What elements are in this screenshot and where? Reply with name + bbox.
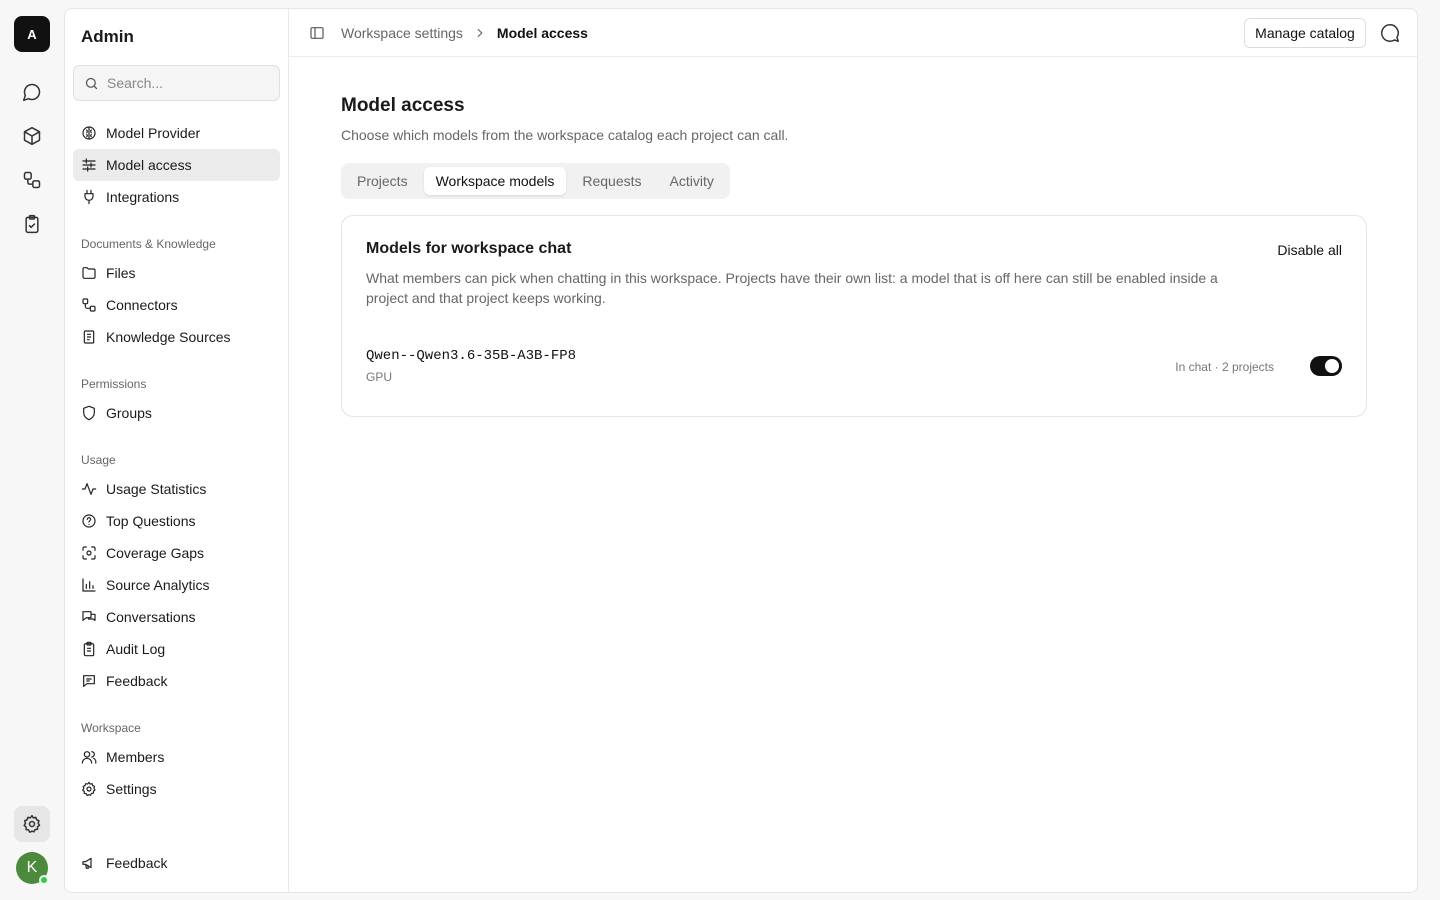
page-title: Model access <box>341 95 465 116</box>
connectors-icon <box>81 297 97 313</box>
sidebar-title: Admin <box>81 27 134 46</box>
chat-circle-icon[interactable] <box>1379 22 1401 44</box>
megaphone-icon <box>81 855 97 871</box>
card-description: What members can pick when chatting in t… <box>366 270 1218 306</box>
model-enabled-toggle[interactable] <box>1310 356 1342 376</box>
folder-icon <box>81 265 97 281</box>
sidebar-item-label: Files <box>106 265 136 281</box>
clipboard-check-icon[interactable] <box>14 206 50 242</box>
conversations-icon <box>81 609 97 625</box>
question-icon <box>81 513 97 529</box>
sidebar-item-conversations[interactable]: Conversations <box>73 601 280 633</box>
sidebar-item-label: Integrations <box>106 189 180 205</box>
activity-icon <box>81 481 97 497</box>
sidebar-item-source-analytics[interactable]: Source Analytics <box>73 569 280 601</box>
online-status-dot <box>39 875 49 885</box>
sidebar-item-label: Source Analytics <box>106 577 210 593</box>
manage-catalog-button[interactable]: Manage catalog <box>1244 18 1366 48</box>
sidebar-item-model-provider[interactable]: Model Provider <box>73 117 280 149</box>
section-usage: Usage <box>81 453 116 467</box>
sidebar-item-integrations[interactable]: Integrations <box>73 181 280 213</box>
chat-bubble-icon[interactable] <box>14 74 50 110</box>
workspace-logo[interactable]: A <box>14 16 50 52</box>
sidebar-item-label: Settings <box>106 781 157 797</box>
search-icon <box>84 76 99 91</box>
page-subtitle: Choose which models from the workspace c… <box>341 127 789 143</box>
sidebar-item-members[interactable]: Members <box>73 741 280 773</box>
chevron-right-icon <box>473 26 487 40</box>
main-area: Workspace settings Model access Manage c… <box>289 9 1417 892</box>
sidebar-item-label: Knowledge Sources <box>106 329 231 345</box>
sidebar-item-label: Members <box>106 749 165 765</box>
sidebar-item-label: Model Provider <box>106 125 201 141</box>
audit-icon <box>81 641 97 657</box>
sidebar-item-model-access[interactable]: Model access <box>73 149 280 181</box>
sidebar-item-top-questions[interactable]: Top Questions <box>73 505 280 537</box>
sidebar-item-label: Coverage Gaps <box>106 545 205 561</box>
disable-all-button[interactable]: Disable all <box>1277 242 1342 258</box>
breadcrumb: Workspace settings Model access <box>341 9 588 57</box>
brain-icon <box>81 125 97 141</box>
shield-icon <box>81 405 97 421</box>
section-workspace: Workspace <box>81 721 141 735</box>
app-rail: A K <box>0 0 64 900</box>
scan-icon <box>81 545 97 561</box>
section-permissions: Permissions <box>81 377 147 391</box>
tab-workspace-models[interactable]: Workspace models <box>423 167 567 195</box>
sidebar-item-label: Top Questions <box>106 513 196 529</box>
sidebar-toggle-icon[interactable] <box>309 25 325 41</box>
search-input[interactable] <box>107 75 267 91</box>
sidebar-item-label: Audit Log <box>106 641 166 657</box>
sidebar-item-settings[interactable]: Settings <box>73 773 280 805</box>
plug-icon <box>81 189 97 205</box>
avatar-initial: K <box>26 859 38 876</box>
model-row: Qwen--Qwen3.6-35B-A3B-FP8 GPU In chat · … <box>366 348 1342 386</box>
sidebar-item-label: Conversations <box>106 609 196 625</box>
page-content: Model access Choose which models from th… <box>341 95 1367 417</box>
sidebar-item-files[interactable]: Files <box>73 257 280 289</box>
sliders-icon <box>81 157 97 173</box>
sidebar-item-groups[interactable]: Groups <box>73 397 280 429</box>
workflow-icon[interactable] <box>14 162 50 198</box>
sidebar-item-label: Feedback <box>106 673 168 689</box>
gear-icon[interactable] <box>14 806 50 842</box>
section-documents-knowledge: Documents & Knowledge <box>81 237 216 251</box>
workspace-chat-models-card: Models for workspace chat What members c… <box>341 215 1367 417</box>
sidebar-item-usage-statistics[interactable]: Usage Statistics <box>73 473 280 505</box>
sidebar-item-label: Feedback <box>106 855 168 871</box>
sidebar-item-feedback[interactable]: Feedback <box>73 665 280 697</box>
bar-chart-icon <box>81 577 97 593</box>
sidebar-footer-feedback[interactable]: Feedback <box>73 847 280 879</box>
cube-icon[interactable] <box>14 118 50 154</box>
model-status: In chat · 2 projects <box>1175 360 1274 374</box>
feedback-icon <box>81 673 97 689</box>
book-icon <box>81 329 97 345</box>
sidebar-item-label: Groups <box>106 405 152 421</box>
sidebar-item-label: Model access <box>106 157 192 173</box>
topbar: Workspace settings Model access Manage c… <box>289 9 1417 57</box>
sidebar-item-connectors[interactable]: Connectors <box>73 289 280 321</box>
sidebar-item-label: Usage Statistics <box>106 481 207 497</box>
tab-requests[interactable]: Requests <box>570 167 653 195</box>
tab-projects[interactable]: Projects <box>345 167 420 195</box>
toggle-knob <box>1325 359 1339 373</box>
tab-bar: Projects Workspace models Requests Activ… <box>341 163 730 199</box>
sidebar-search[interactable] <box>73 65 280 101</box>
card-title: Models for workspace chat <box>366 240 572 257</box>
breadcrumb-current: Model access <box>496 25 588 41</box>
users-icon <box>81 749 97 765</box>
tab-activity[interactable]: Activity <box>658 167 726 195</box>
breadcrumb-parent[interactable]: Workspace settings <box>341 25 463 41</box>
admin-sidebar: Admin Model Provider Model access Integr… <box>65 9 289 892</box>
sidebar-item-audit-log[interactable]: Audit Log <box>73 633 280 665</box>
gear-icon <box>81 781 97 797</box>
admin-panel: Admin Model Provider Model access Integr… <box>64 8 1418 893</box>
user-avatar[interactable]: K <box>16 852 49 885</box>
sidebar-item-label: Connectors <box>106 297 178 313</box>
sidebar-item-knowledge-sources[interactable]: Knowledge Sources <box>73 321 280 353</box>
sidebar-item-coverage-gaps[interactable]: Coverage Gaps <box>73 537 280 569</box>
